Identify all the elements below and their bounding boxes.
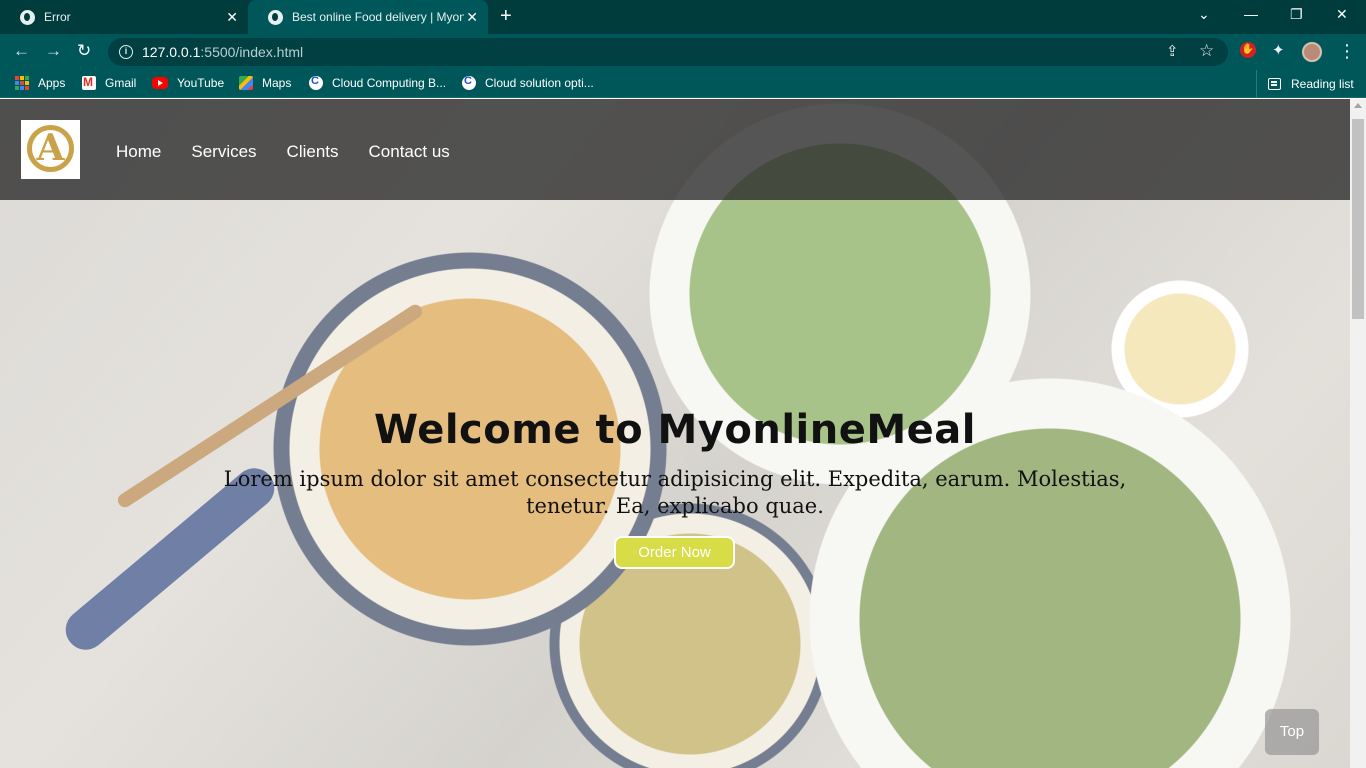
ublock-extension-icon[interactable]: ✋ [1240, 42, 1256, 58]
bookmark-label: Cloud Computing B... [332, 76, 447, 90]
nav-links: Home Services Clients Contact us [116, 142, 480, 162]
reading-list-label: Reading list [1291, 77, 1354, 91]
nav-link-services[interactable]: Services [191, 142, 256, 162]
site-navbar: A Home Services Clients Contact us [0, 99, 1350, 200]
tab-title: Best online Food delivery | Myonline [292, 10, 464, 24]
restore-button[interactable]: ❐ [1290, 6, 1303, 23]
minimize-button[interactable]: — [1244, 6, 1258, 22]
bookmark-cloud-computing[interactable]: Cloud Computing B... [309, 75, 447, 90]
new-tab-button[interactable]: + [500, 6, 512, 26]
hero-title: Welcome to MyonlineMeal [374, 407, 976, 453]
page-viewport: A Home Services Clients Contact us Welco… [0, 99, 1350, 768]
bookmark-label: YouTube [177, 76, 225, 90]
scroll-up-arrow-icon[interactable] [1354, 103, 1362, 108]
page-scrollbar[interactable] [1350, 99, 1366, 768]
globe-icon [20, 9, 35, 25]
hero-description: Lorem ipsum dolor sit amet consectetur a… [223, 467, 1127, 518]
profile-avatar[interactable] [1302, 42, 1322, 62]
bookmark-gmail[interactable]: Gmail [82, 75, 137, 90]
browser-menu-icon[interactable]: ⋮ [1338, 42, 1356, 60]
bookmark-youtube[interactable]: YouTube [152, 76, 224, 90]
back-button[interactable]: ← [13, 42, 30, 60]
bookmark-label: Apps [38, 76, 66, 90]
reading-list-icon [1268, 78, 1281, 90]
browser-toolbar: ← → ↻ i 127.0.0.1:5500/index.html ⇪ ☆ ✋ … [0, 34, 1366, 70]
tab-title: Error [44, 10, 71, 24]
gmail-icon [82, 75, 96, 90]
tab-error[interactable]: Error ✕ [0, 0, 248, 34]
bookmark-apps[interactable]: Apps [15, 76, 65, 90]
extensions-puzzle-icon[interactable]: ✦ [1272, 43, 1285, 59]
bookmark-maps[interactable]: Maps [239, 76, 291, 90]
maps-icon [239, 76, 253, 90]
c-icon [462, 75, 476, 90]
globe-icon [268, 9, 283, 25]
bookmark-label: Maps [262, 76, 292, 90]
bookmarks-bar: Apps Gmail YouTube Maps Cloud Computing … [0, 70, 1366, 98]
reading-list-button[interactable]: Reading list [1256, 70, 1354, 98]
browser-tab-strip: Error ✕ Best online Food delivery | Myon… [0, 0, 1366, 34]
reload-button[interactable]: ↻ [77, 42, 91, 60]
logo-letter: A [36, 127, 65, 169]
share-icon[interactable]: ⇪ [1166, 44, 1179, 60]
site-info-icon[interactable]: i [119, 45, 133, 59]
close-tab-icon[interactable]: ✕ [226, 10, 238, 24]
bookmark-label: Gmail [105, 76, 137, 90]
nav-link-contact[interactable]: Contact us [369, 142, 450, 162]
back-to-top-button[interactable]: Top [1265, 709, 1319, 755]
scrollbar-thumb[interactable] [1352, 119, 1364, 319]
nav-link-clients[interactable]: Clients [287, 142, 339, 162]
address-bar[interactable]: i 127.0.0.1:5500/index.html ⇪ ☆ [108, 38, 1228, 66]
bookmark-star-icon[interactable]: ☆ [1199, 42, 1214, 59]
tab-active-food-delivery[interactable]: Best online Food delivery | Myonline ✕ [248, 0, 488, 34]
order-now-button[interactable]: Order Now [614, 536, 735, 569]
forward-button[interactable]: → [45, 42, 62, 60]
site-logo[interactable]: A [21, 120, 80, 179]
nav-link-home[interactable]: Home [116, 142, 161, 162]
apps-grid-icon [15, 76, 29, 90]
tab-search-dropdown-icon[interactable]: ⌄ [1198, 6, 1210, 23]
bookmark-cloud-solution[interactable]: Cloud solution opti... [462, 75, 594, 90]
youtube-icon [152, 77, 168, 89]
close-tab-icon[interactable]: ✕ [466, 10, 478, 24]
c-icon [309, 75, 323, 90]
bookmark-label: Cloud solution opti... [485, 76, 594, 90]
url-text[interactable]: 127.0.0.1:5500/index.html [142, 44, 303, 60]
close-window-button[interactable]: ✕ [1336, 6, 1348, 23]
